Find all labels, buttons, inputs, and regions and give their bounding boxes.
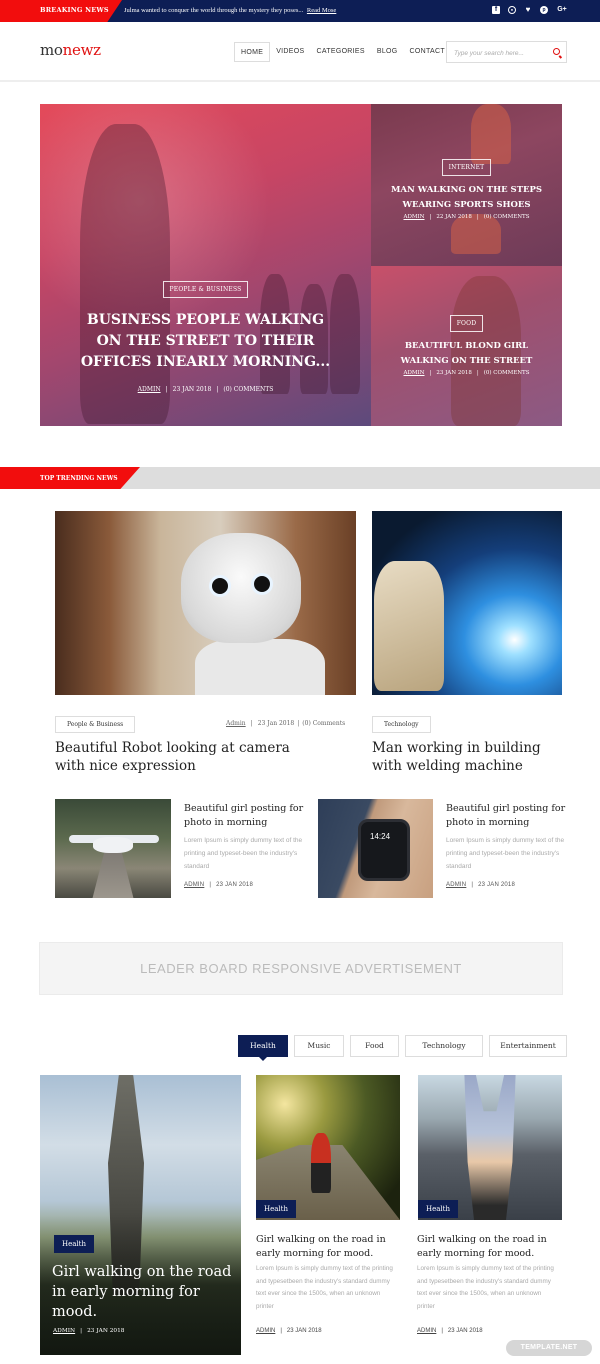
search-input[interactable] (447, 43, 547, 64)
small-post-1-title[interactable]: Beautiful girl posting for photo in morn… (184, 802, 304, 830)
leaderboard-ad[interactable]: LEADER BOARD RESPONSIVE ADVERTISEMENT (39, 942, 563, 995)
author-link[interactable]: ADMIN (138, 386, 161, 393)
feature-1-meta: Admin | 23 Jan 2018 | (0) Comments (226, 720, 346, 727)
nav-contact[interactable]: CONTACT (404, 42, 451, 62)
feature-1-title[interactable]: Beautiful Robot looking at camera with n… (55, 739, 315, 775)
small-post-2-desc: Lorem Ipsum is simply dummy text of the … (446, 837, 565, 870)
feature-1-category[interactable]: People & Business (55, 716, 136, 733)
hero-side-2-category[interactable]: FOOD (449, 315, 484, 332)
search-icon[interactable] (553, 48, 560, 55)
hero-side-card-2[interactable]: FOOD BEAUTIFUL BLOND GIRL WALKING ON THE… (371, 266, 562, 426)
drone-image[interactable] (55, 799, 171, 898)
hero-main-title[interactable]: BUSINESS PEOPLE WALKING ON THE STREET TO… (40, 310, 371, 373)
card-2-title[interactable]: Girl walking on the road in early mornin… (417, 1233, 562, 1261)
google-plus-icon[interactable]: G+ (556, 6, 568, 14)
nav-blog[interactable]: BLOG (371, 42, 404, 62)
tab-entertainment[interactable]: Entertainment (489, 1035, 567, 1057)
small-post-2-title[interactable]: Beautiful girl posting for photo in morn… (446, 802, 566, 830)
search-box (446, 41, 567, 64)
trending-section-header: TOP TRENDING NEWS (0, 467, 600, 489)
featured-health-title[interactable]: Girl walking on the road in early mornin… (52, 1262, 232, 1322)
breaking-news-text: Julma wanted to conquer the world throug… (124, 6, 337, 14)
tab-food[interactable]: Food (350, 1035, 399, 1057)
hero-main-category[interactable]: PEOPLE & BUSINESS (162, 281, 249, 298)
tab-health[interactable]: Health (238, 1035, 288, 1061)
nav-categories[interactable]: CATEGORIES (310, 42, 370, 62)
card-1-desc: Lorem Ipsum is simply dummy text of the … (256, 1265, 393, 1310)
featured-health-meta: ADMIN | 23 JAN 2018 (53, 1328, 125, 1334)
trending-label: TOP TRENDING NEWS (0, 467, 140, 489)
facebook-icon[interactable]: f (492, 6, 500, 14)
card-2-desc: Lorem Ipsum is simply dummy text of the … (417, 1265, 554, 1310)
card-1-tag[interactable]: Health (256, 1200, 296, 1218)
small-post-1-desc: Lorem Ipsum is simply dummy text of the … (184, 837, 303, 870)
featured-health-tag[interactable]: Health (54, 1235, 94, 1253)
smartwatch-image[interactable]: 14:24 (318, 799, 433, 898)
site-header: monewz HOME VIDEOS CATEGORIES BLOG CONTA… (0, 22, 600, 82)
tab-technology[interactable]: Technology (405, 1035, 483, 1057)
feature-2-title[interactable]: Man working in building with welding mac… (372, 739, 562, 775)
stretching-image[interactable] (418, 1075, 562, 1220)
read-more-link[interactable]: Read Mose (307, 7, 336, 14)
hero-side-1-title[interactable]: MAN WALKING ON THE STEPS WEARING SPORTS … (371, 183, 562, 213)
instagram-icon[interactable]: ● (508, 6, 516, 14)
card-1-meta: ADMIN | 23 JAN 2018 (256, 1328, 322, 1334)
hero-side-1-meta: ADMIN | 22 JAN 2018 | (0) COMMENTS (403, 214, 530, 220)
small-post-1-meta: ADMIN | 23 JAN 2018 (184, 882, 253, 888)
main-nav: HOME VIDEOS CATEGORIES BLOG CONTACT (234, 42, 451, 62)
robot-image[interactable] (55, 511, 356, 695)
card-1-title[interactable]: Girl walking on the road in early mornin… (256, 1233, 401, 1261)
card-2-tag[interactable]: Health (418, 1200, 458, 1218)
small-post-2-meta: ADMIN | 23 JAN 2018 (446, 882, 515, 888)
hero-side-card-1[interactable]: INTERNET MAN WALKING ON THE STEPS WEARIN… (371, 104, 562, 266)
category-tabs: Health Music Food Technology Entertainme… (238, 1035, 567, 1061)
hero-side-1-category[interactable]: INTERNET (441, 159, 492, 176)
hero-main-card[interactable]: PEOPLE & BUSINESS BUSINESS PEOPLE WALKIN… (40, 104, 371, 426)
hero-main-meta: ADMIN | 23 JAN 2018 | (0) COMMENTS (137, 386, 274, 393)
twitter-icon[interactable]: ♥ (524, 6, 532, 14)
tab-music[interactable]: Music (294, 1035, 344, 1057)
site-logo[interactable]: monewz (40, 41, 101, 59)
breaking-news-label: BREAKING NEWS (0, 0, 122, 22)
nav-home[interactable]: HOME (234, 42, 271, 62)
hero-side-2-meta: ADMIN | 23 JAN 2018 | (0) COMMENTS (403, 370, 530, 376)
runner-image[interactable] (256, 1075, 400, 1220)
breaking-news-bar: BREAKING NEWS Julma wanted to conquer th… (0, 0, 600, 22)
nav-videos[interactable]: VIDEOS (270, 42, 310, 62)
social-links: f ● ♥ p G+ (492, 6, 568, 14)
pinterest-icon[interactable]: p (540, 6, 548, 14)
welding-image[interactable] (372, 511, 562, 695)
hero-side-2-title[interactable]: BEAUTIFUL BLOND GIRL WALKING ON THE STRE… (371, 339, 562, 369)
feature-2-category[interactable]: Technology (372, 716, 431, 733)
template-net-watermark: TEMPLATE.NET (506, 1340, 592, 1356)
card-2-meta: ADMIN | 23 JAN 2018 (417, 1328, 483, 1334)
hero-grid: PEOPLE & BUSINESS BUSINESS PEOPLE WALKIN… (40, 104, 562, 426)
